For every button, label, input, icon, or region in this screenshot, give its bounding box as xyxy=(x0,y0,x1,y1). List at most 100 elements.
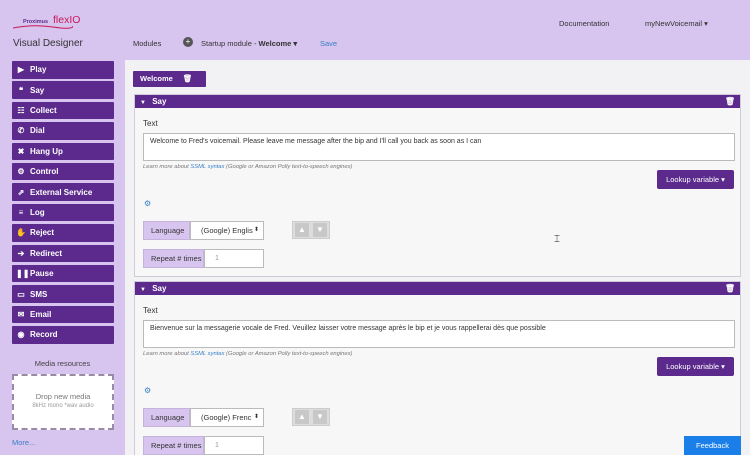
action-label: SMS xyxy=(30,289,48,299)
redirect-icon: ➔ xyxy=(17,248,25,258)
language-label: Language xyxy=(143,221,190,240)
startup-prefix: Startup module - xyxy=(201,39,259,48)
logo-word-flexio: flexIO xyxy=(53,14,81,26)
list-icon: ≡ xyxy=(18,207,24,217)
action-control[interactable]: ⚙ Control xyxy=(12,162,114,181)
language-select[interactable]: (Google) Frenc ⬍ xyxy=(190,408,264,427)
reorder-arrows: ▲ ▼ xyxy=(292,221,330,239)
action-log[interactable]: ≡ Log xyxy=(12,203,114,222)
action-record[interactable]: ◉ Record xyxy=(12,326,114,344)
topbar: Documentation myNewVoicemail ▾ Modules +… xyxy=(125,0,750,60)
text-label: Text xyxy=(143,119,158,128)
action-collect[interactable]: ☷ Collect xyxy=(12,101,114,120)
action-redirect[interactable]: ➔ Redirect xyxy=(12,244,114,263)
action-email[interactable]: ✉ Email xyxy=(12,305,114,324)
phone-icon: ✆ xyxy=(17,126,25,136)
trash-icon[interactable]: 🗑 xyxy=(183,74,193,83)
action-label: Dial xyxy=(30,126,45,136)
action-label: Play xyxy=(30,65,47,75)
envelope-icon: ✉ xyxy=(17,309,25,319)
panel-header[interactable]: ▼ Say 🗑 xyxy=(135,282,740,295)
action-pause[interactable]: ❚❚ Pause xyxy=(12,264,114,283)
action-external-service[interactable]: ⇗ External Service xyxy=(12,183,114,201)
dropzone-hint: 8kHz mono *wav audio xyxy=(32,403,94,409)
startup-module-label[interactable]: Startup module - Welcome ▾ xyxy=(201,39,297,48)
hint-suffix: (Google or Amazon Polly text-to-speech e… xyxy=(224,351,353,357)
ssml-hint: Learn more about SSML syntax (Google or … xyxy=(143,164,352,170)
action-dial[interactable]: ✆ Dial xyxy=(12,122,114,140)
more-link[interactable]: More... xyxy=(12,438,35,447)
save-link[interactable]: Save xyxy=(320,39,337,48)
media-resources-title: Media resources xyxy=(34,359,91,368)
arrow-down-icon[interactable]: ▼ xyxy=(313,223,327,237)
thumbs-down-icon: ✋ xyxy=(16,228,26,238)
action-label: Redirect xyxy=(30,248,63,258)
trash-icon[interactable]: 🗑 xyxy=(725,95,735,108)
arrow-up-icon[interactable]: ▲ xyxy=(295,410,309,424)
say-panel: ▼ Say 🗑 Text Welcome to Fred's voicemail… xyxy=(134,94,741,277)
say-panel: ▼ Say 🗑 Text Bienvenue sur la messagerie… xyxy=(134,281,741,455)
lookup-variable-button[interactable]: Lookup variable ▾ xyxy=(657,170,734,189)
record-icon: ◉ xyxy=(17,330,25,340)
select-arrow-icon: ⬍ xyxy=(253,227,259,233)
documentation-link[interactable]: Documentation xyxy=(559,19,609,28)
panel-title: Say xyxy=(152,97,167,106)
module-dropdown-button[interactable]: Welcome 🗑 ▼ xyxy=(133,71,206,99)
sidebar: Proximus flexIO Visual Designer ▶ Play ❝ Sa… xyxy=(0,0,125,455)
gear-icon[interactable]: ⚙ xyxy=(144,386,151,395)
caret-down-icon[interactable]: ▼ xyxy=(140,100,146,106)
action-list: ▶ Play ❝ Say ☷ Collect ✆ Dial ✖ Hang Up ⚙ Control ⇗ E… xyxy=(12,61,114,346)
action-label: Reject xyxy=(30,228,55,238)
action-hang-up[interactable]: ✖ Hang Up xyxy=(12,142,114,161)
logo-word-proximus: Proximus xyxy=(23,19,49,25)
repeat-input[interactable]: 1 xyxy=(204,436,264,455)
language-value: (Google) Frenc xyxy=(201,413,252,422)
repeat-label: Repeat # times xyxy=(143,436,204,455)
action-label: Log xyxy=(30,207,45,217)
action-reject[interactable]: ✋ Reject xyxy=(12,224,114,242)
user-menu[interactable]: myNewVoicemail ▾ xyxy=(645,19,708,28)
hangup-icon: ✖ xyxy=(17,146,25,156)
sms-icon: ▭ xyxy=(17,289,25,299)
dropzone-label: Drop new media xyxy=(35,392,91,401)
arrow-up-icon[interactable]: ▲ xyxy=(295,223,309,237)
ssml-syntax-link[interactable]: SSML syntax xyxy=(190,351,224,357)
panel-title: Say xyxy=(152,284,167,293)
gear-icon[interactable]: ⚙ xyxy=(144,199,151,208)
trash-icon[interactable]: 🗑 xyxy=(725,282,735,295)
hint-prefix: Learn more about xyxy=(143,164,191,170)
arrow-down-icon[interactable]: ▼ xyxy=(313,410,327,424)
hint-suffix: (Google or Amazon Polly text-to-speech e… xyxy=(224,164,353,170)
play-icon: ▶ xyxy=(17,65,25,75)
cog-icon: ⚙ xyxy=(17,167,25,177)
feedback-button[interactable]: Feedback xyxy=(684,436,741,455)
action-label: Email xyxy=(30,309,52,319)
ssml-syntax-link[interactable]: SSML syntax xyxy=(190,164,224,170)
language-label: Language xyxy=(143,408,190,427)
hint-prefix: Learn more about xyxy=(143,351,191,357)
lookup-variable-button[interactable]: Lookup variable ▾ xyxy=(657,357,734,376)
add-module-icon[interactable]: + xyxy=(183,37,193,47)
action-say[interactable]: ❝ Say xyxy=(12,81,114,99)
modules-link[interactable]: Modules xyxy=(133,39,161,48)
main-canvas: Welcome 🗑 ▼ ▼ Say 🗑 Text Welcome to Fred… xyxy=(125,60,750,455)
action-label: Control xyxy=(30,167,59,177)
ssml-hint: Learn more about SSML syntax (Google or … xyxy=(143,351,352,357)
external-link-icon: ⇗ xyxy=(17,187,25,197)
text-input[interactable]: Bienvenue sur la messagerie vocale de Fr… xyxy=(143,320,735,348)
action-play[interactable]: ▶ Play xyxy=(12,61,114,79)
action-sms[interactable]: ▭ SMS xyxy=(12,285,114,303)
action-label: Collect xyxy=(30,106,57,116)
reorder-arrows: ▲ ▼ xyxy=(292,408,330,426)
action-label: Hang Up xyxy=(30,146,63,156)
media-dropzone[interactable]: Drop new media 8kHz mono *wav audio xyxy=(12,374,114,430)
repeat-input[interactable]: 1 xyxy=(204,249,264,268)
caret-down-icon[interactable]: ▼ xyxy=(140,287,146,293)
text-input[interactable]: Welcome to Fred's voicemail. Please leav… xyxy=(143,133,735,161)
startup-module-name: Welcome ▾ xyxy=(258,39,298,48)
pause-icon: ❚❚ xyxy=(16,269,30,279)
panel-header[interactable]: ▼ Say 🗑 xyxy=(135,95,740,108)
action-label: Record xyxy=(30,330,58,340)
brand-logo[interactable]: Proximus flexIO xyxy=(13,14,93,32)
language-select[interactable]: (Google) Englis ⬍ xyxy=(190,221,264,240)
